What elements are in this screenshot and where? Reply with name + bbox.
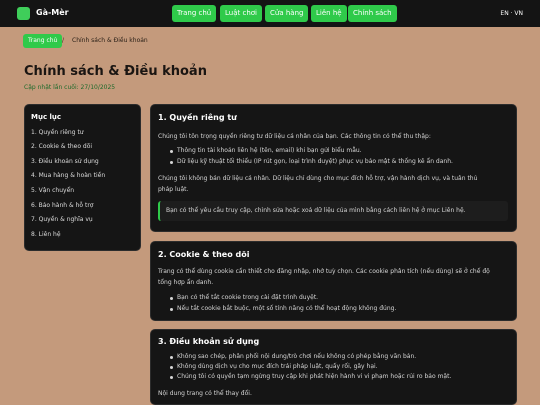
section-intro: Trang có thể dùng cookie cần thiết cho đ… [158,268,490,275]
last-updated: Cập nhật lần cuối: 27/10/2025 [24,84,116,91]
nav-rules[interactable]: Luật chơi [220,5,262,22]
section-body: Chúng tôi không bán dữ liệu cá nhân. Dữ … [158,175,478,182]
toc-title: Mục lục [31,113,62,121]
toc-item-warranty[interactable]: 6. Bảo hành & hỗ trợ [31,202,93,209]
breadcrumb-home[interactable]: Trang chủ [23,34,63,48]
section-title: 2. Cookie & theo dõi [158,250,250,259]
breadcrumb-separator: / [62,37,65,44]
list-item: Bạn có thể tắt cookie trong cài đặt trìn… [169,294,319,301]
list-item: Chúng tôi có quyền tạm ngừng truy cập kh… [169,373,452,380]
language-switcher[interactable]: EN · VN [500,10,523,17]
toc-item-rights[interactable]: 7. Quyền & nghĩa vụ [31,216,93,223]
table-of-contents: Mục lục 1. Quyền riêng tư 2. Cookie & th… [24,104,141,251]
section-intro-cont: tổng hợp ẩn danh. [158,279,214,286]
section-footer: Nội dung trang có thể thay đổi. [158,390,252,397]
toc-item-cookie[interactable]: 2. Cookie & theo dõi [31,143,92,150]
section-terms: 3. Điều khoản sử dụng Không sao chép, ph… [150,329,517,405]
note-text: Bạn có thể yêu cầu truy cập, chỉnh sửa h… [166,207,466,214]
privacy-note: Bạn có thể yêu cầu truy cập, chỉnh sửa h… [158,201,508,221]
toc-item-terms[interactable]: 3. Điều khoản sử dụng [31,158,99,165]
toc-item-purchase[interactable]: 4. Mua hàng & hoàn tiền [31,172,105,179]
page-title: Chính sách & Điều khoản [24,64,207,79]
toc-item-privacy[interactable]: 1. Quyền riêng tư [31,129,84,136]
toc-item-shipping[interactable]: 5. Vận chuyển [31,187,74,194]
list-item: Dữ liệu kỹ thuật tối thiểu (IP rút gọn, … [170,158,453,165]
toc-item-contact[interactable]: 8. Liên hệ [31,231,61,238]
list-item: Không dùng dịch vụ cho mục đích trái phá… [170,363,378,370]
nav-shop[interactable]: Cửa hàng [265,5,309,22]
top-nav-bar: Gà-Mèr Trang chủ Luật chơi Cửa hàng Liên… [0,0,540,27]
section-title: 3. Điều khoản sử dụng [158,337,260,346]
section-cookie: 2. Cookie & theo dõi Trang có thể dùng c… [150,241,517,321]
brand-name[interactable]: Gà-Mèr [36,8,69,17]
section-privacy: 1. Quyền riêng tư Chúng tôi tôn trọng qu… [150,104,517,232]
section-intro: Chúng tôi tôn trọng quyền riêng tư dữ li… [158,133,431,140]
nav-home[interactable]: Trang chủ [172,5,217,22]
logo-icon[interactable] [17,7,30,20]
nav-policy[interactable]: Chính sách [348,5,397,22]
nav-contact[interactable]: Liên hệ [311,5,347,22]
list-item: Nếu tắt cookie bắt buộc, một số tính năn… [169,305,397,312]
list-item: Thông tin tài khoản liên hệ (tên, email)… [170,147,362,154]
list-item: Không sao chép, phân phối nội dung/trò c… [169,353,417,360]
section-body-cont: pháp luật. [158,186,189,193]
breadcrumb-current: Chính sách & Điều khoản [72,37,148,44]
section-title: 1. Quyền riêng tư [158,113,237,122]
